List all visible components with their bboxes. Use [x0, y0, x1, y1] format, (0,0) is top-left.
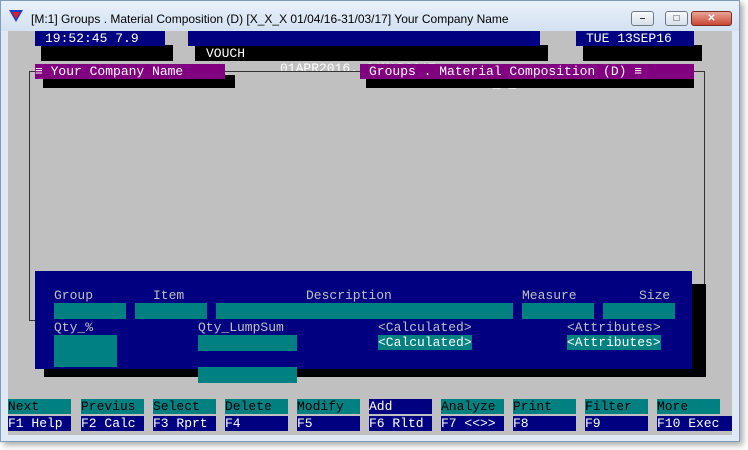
fkey-label-8[interactable]: F8 [513, 416, 576, 431]
status-time: 19:52:45 7.9 [35, 31, 165, 46]
fkey-label-1[interactable]: F1 Help [8, 416, 71, 431]
fkey-action-7[interactable]: Analyze [441, 399, 504, 414]
group-label: Group [54, 288, 94, 303]
fkey-label-7[interactable]: F7 <<>> [441, 416, 504, 431]
fkey-action-2[interactable]: Previus [81, 399, 144, 414]
attributes-label: <Attributes> [567, 320, 661, 335]
measure-field[interactable] [522, 303, 594, 319]
qty-percent-field[interactable] [54, 335, 117, 367]
status-period-shadow [195, 45, 548, 61]
maximize-icon: □ [673, 13, 680, 24]
qty-lumpsum-field-extension[interactable] [198, 367, 297, 383]
maximize-button[interactable]: □ [665, 11, 688, 26]
fkey-action-1[interactable]: Next [8, 399, 71, 414]
status-time-shadow [41, 45, 173, 61]
size-field[interactable] [603, 303, 675, 319]
application-window: [M:1] Groups . Material Composition (D) … [0, 0, 740, 442]
fkey-label-6[interactable]: F6 Rltd [369, 416, 432, 431]
item-field[interactable] [135, 303, 207, 319]
qty-lumpsum-field[interactable] [198, 335, 297, 351]
minimize-button[interactable]: – [631, 11, 654, 26]
fkey-action-5[interactable]: Modify [297, 399, 360, 414]
qty-lumpsum-label: Qty_LumpSum [198, 320, 284, 335]
fkey-action-8[interactable]: Print [513, 399, 576, 414]
minimize-icon: – [639, 13, 646, 24]
fkey-label-2[interactable]: F2 Calc [81, 416, 144, 431]
size-label: Size [639, 288, 671, 303]
terminal-screen: 19:52:45 7.9 VOUCH 01APR2016..31MAR2017 … [8, 31, 732, 435]
qty-percent-label: Qty_% [54, 320, 94, 335]
fkey-label-9[interactable]: F9 [585, 416, 648, 431]
fkey-action-3[interactable]: Select [153, 399, 216, 414]
status-mode: VOUCH [206, 46, 246, 61]
calculated-button[interactable]: <Calculated> [378, 335, 472, 350]
fkey-action-6[interactable]: Add [369, 399, 432, 414]
fkey-label-3[interactable]: F3 Rprt [153, 416, 216, 431]
fkey-label-10[interactable]: F10 Exec [657, 416, 732, 431]
panel-title-tab: Groups . Material Composition (D) ≡ [360, 64, 694, 79]
attributes-button[interactable]: <Attributes> [567, 335, 661, 350]
status-date: TUE 13SEP16 [576, 31, 694, 46]
fkey-label-5[interactable]: F5 [297, 416, 360, 431]
item-label: Item [153, 288, 185, 303]
group-field[interactable] [54, 303, 126, 319]
description-label: Description [306, 288, 392, 303]
calculated-label: <Calculated> [378, 320, 472, 335]
panel-company-tab: ≡ Your Company Name [35, 64, 225, 79]
close-icon: ✕ [707, 13, 716, 24]
window-title: [M:1] Groups . Material Composition (D) … [31, 12, 509, 26]
status-date-shadow [583, 45, 702, 61]
edit-form: Group Item Description Measure Size Qty_… [35, 271, 692, 369]
close-button[interactable]: ✕ [691, 11, 732, 26]
fkey-action-10[interactable]: More [657, 399, 720, 414]
title-bar[interactable]: [M:1] Groups . Material Composition (D) … [1, 1, 739, 31]
measure-label: Measure [522, 288, 577, 303]
status-period-bar: VOUCH 01APR2016..31MAR2017 X_X_X [188, 31, 540, 91]
description-field[interactable] [216, 303, 513, 319]
fkey-action-4[interactable]: Delete [225, 399, 288, 414]
fkey-label-4[interactable]: F4 [225, 416, 288, 431]
app-triangle-icon [9, 10, 23, 22]
fkey-action-9[interactable]: Filter [585, 399, 648, 414]
